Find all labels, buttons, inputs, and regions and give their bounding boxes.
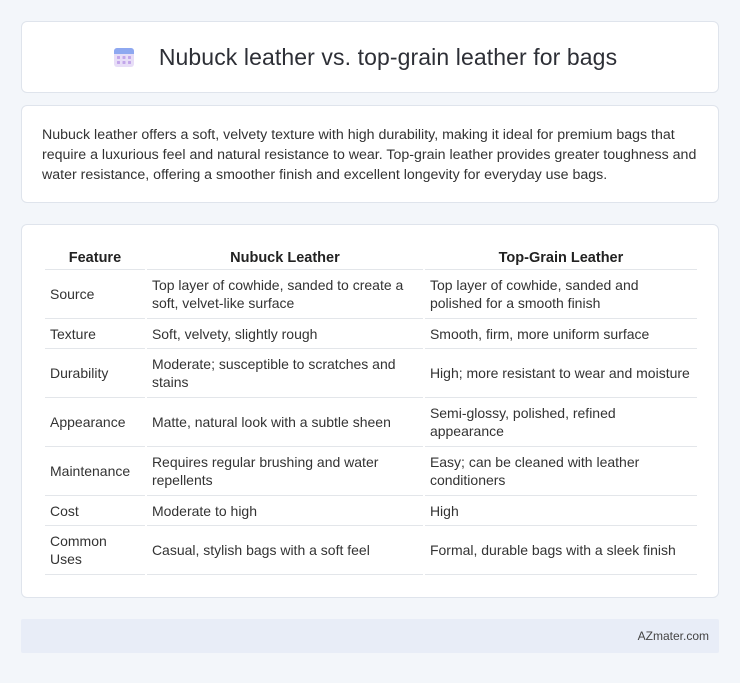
nubuck-cell: Moderate; susceptible to scratches and s… xyxy=(146,349,423,398)
summary-card: Nubuck leather offers a soft, velvety te… xyxy=(21,105,719,203)
table-row: Durability Moderate; susceptible to scra… xyxy=(45,349,697,398)
feature-cell: Common Uses xyxy=(45,526,145,575)
table-row: Source Top layer of cowhide, sanded to c… xyxy=(45,270,697,319)
column-header-top-grain: Top-Grain Leather xyxy=(424,244,697,270)
nubuck-cell: Casual, stylish bags with a soft feel xyxy=(146,526,423,575)
nubuck-cell: Top layer of cowhide, sanded to create a… xyxy=(146,270,423,319)
title-card: Nubuck leather vs. top-grain leather for… xyxy=(21,21,719,93)
table-header-row: Feature Nubuck Leather Top-Grain Leather xyxy=(45,244,697,270)
feature-cell: Cost xyxy=(45,496,145,526)
nubuck-cell: Requires regular brushing and water repe… xyxy=(146,447,423,496)
nubuck-cell: Matte, natural look with a subtle sheen xyxy=(146,398,423,447)
column-header-nubuck: Nubuck Leather xyxy=(146,244,423,270)
top-grain-cell: Top layer of cowhide, sanded and polishe… xyxy=(424,270,697,319)
comparison-table: Feature Nubuck Leather Top-Grain Leather… xyxy=(43,244,699,575)
page-title: Nubuck leather vs. top-grain leather for… xyxy=(158,43,618,70)
top-grain-cell: High xyxy=(424,496,697,526)
table-row: Maintenance Requires regular brushing an… xyxy=(45,447,697,496)
feature-cell: Maintenance xyxy=(45,447,145,496)
nubuck-cell: Moderate to high xyxy=(146,496,423,526)
footer-bar: AZmater.com xyxy=(21,619,719,653)
table-row: Appearance Matte, natural look with a su… xyxy=(45,398,697,447)
table-row: Common Uses Casual, stylish bags with a … xyxy=(45,526,697,575)
table-row: Cost Moderate to high High xyxy=(45,496,697,526)
footer-brand: AZmater.com xyxy=(637,629,709,643)
nubuck-cell: Soft, velvety, slightly rough xyxy=(146,319,423,349)
column-header-feature: Feature xyxy=(45,244,145,270)
summary-text: Nubuck leather offers a soft, velvety te… xyxy=(42,127,697,183)
top-grain-cell: Easy; can be cleaned with leather condit… xyxy=(424,447,697,496)
top-grain-cell: Formal, durable bags with a sleek finish xyxy=(424,526,697,575)
top-grain-cell: Smooth, firm, more uniform surface xyxy=(424,319,697,349)
feature-cell: Texture xyxy=(45,319,145,349)
feature-cell: Source xyxy=(45,270,145,319)
calendar-icon xyxy=(113,48,134,67)
comparison-table-card: Feature Nubuck Leather Top-Grain Leather… xyxy=(21,224,719,598)
feature-cell: Appearance xyxy=(45,398,145,447)
table-row: Texture Soft, velvety, slightly rough Sm… xyxy=(45,319,697,349)
top-grain-cell: High; more resistant to wear and moistur… xyxy=(424,349,697,398)
feature-cell: Durability xyxy=(45,349,145,398)
top-grain-cell: Semi-glossy, polished, refined appearanc… xyxy=(424,398,697,447)
